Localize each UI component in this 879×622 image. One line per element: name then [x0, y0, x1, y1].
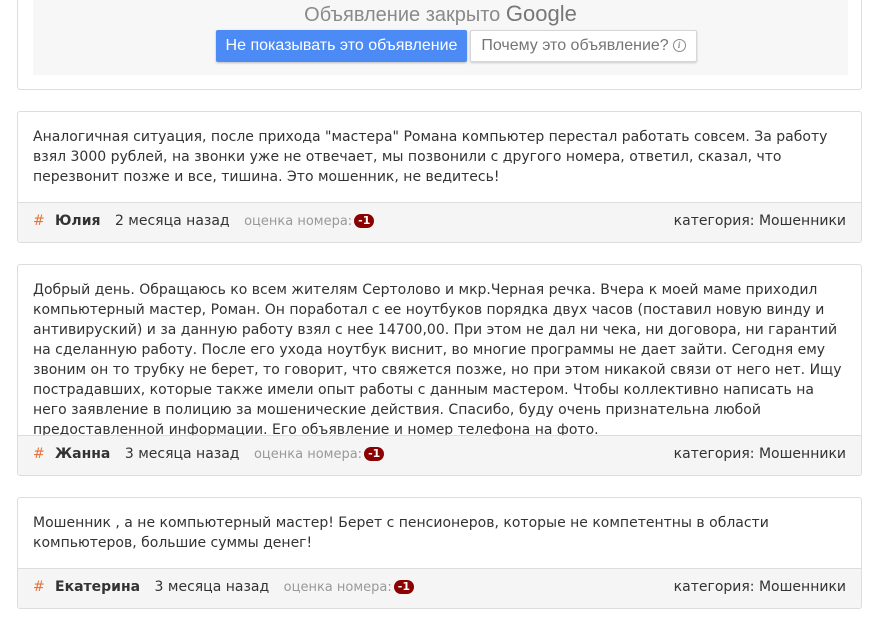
- review-time: 3 месяца назад: [124, 446, 240, 462]
- rating-label: оценка номера:: [253, 447, 363, 462]
- review-card: Мошенник , а не компьютерный мастер! Бер…: [17, 497, 862, 609]
- review-text: Аналогичная ситуация, после прихода "мас…: [33, 129, 828, 185]
- rating-label: оценка номера:: [283, 580, 392, 595]
- info-icon: i: [672, 39, 686, 53]
- ad-closed-message: Объявление закрыто Google: [33, 1, 848, 27]
- review-time: 3 месяца назад: [154, 579, 270, 595]
- why-this-ad-button[interactable]: Почему это объявление? i: [470, 30, 697, 62]
- rating-label: оценка номера:: [244, 214, 353, 229]
- review-card: Аналогичная ситуация, после прихода "мас…: [17, 111, 862, 243]
- rating-badge: -1: [354, 214, 375, 228]
- review-footer: # Юлия 2 месяца назад оценка номера: -1 к…: [18, 202, 861, 242]
- review-permalink[interactable]: #: [33, 213, 45, 229]
- review-time: 2 месяца назад: [114, 213, 230, 229]
- rating-badge: -1: [393, 580, 414, 594]
- ad-card: Объявление закрыто Google Не показывать …: [17, 0, 862, 90]
- rating-badge: -1: [364, 447, 385, 461]
- review-footer: # Екатерина 3 месяца назад оценка номера…: [18, 568, 861, 608]
- review-author: Екатерина: [55, 579, 141, 595]
- review-card: Добрый день. Обращаюсь ко всем жителям С…: [17, 264, 862, 476]
- review-category: категория: Мошенники: [673, 446, 846, 462]
- review-author: Жанна: [55, 446, 111, 462]
- review-category: категория: Мошенники: [673, 579, 846, 595]
- hide-ad-button[interactable]: Не показывать это объявление: [216, 30, 467, 62]
- review-permalink[interactable]: #: [33, 446, 45, 462]
- ad-closed-text: Объявление закрыто: [304, 4, 501, 26]
- review-category: категория: Мошенники: [673, 213, 846, 229]
- review-permalink[interactable]: #: [33, 579, 45, 595]
- review-author: Юлия: [55, 213, 101, 229]
- ad-panel: Объявление закрыто Google Не показывать …: [33, 0, 848, 75]
- review-text: Мошенник , а не компьютерный мастер! Бер…: [33, 515, 769, 551]
- review-text: Добрый день. Обращаюсь ко всем жителям С…: [33, 282, 842, 438]
- google-logo: Google: [505, 1, 577, 26]
- why-this-ad-label: Почему это объявление?: [481, 37, 669, 54]
- review-footer: # Жанна 3 месяца назад оценка номера: -1 …: [18, 435, 861, 475]
